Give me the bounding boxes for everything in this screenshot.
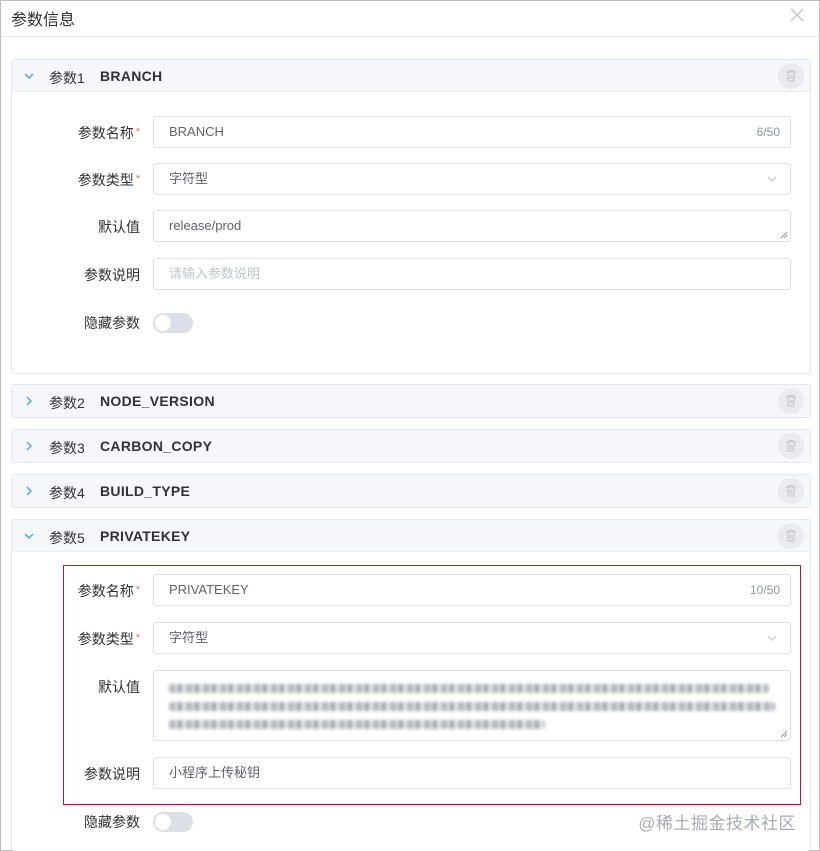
- param-index: 参数2: [49, 395, 85, 411]
- param-type-select[interactable]: 字符型: [153, 622, 791, 654]
- label-hidden: 隐藏参数: [84, 315, 140, 331]
- toggle-knob: [155, 315, 171, 331]
- redacted-line: [169, 684, 769, 693]
- label-param-type: 参数类型: [12, 629, 140, 649]
- default-value-textarea[interactable]: [153, 670, 791, 741]
- param-index: 参数1: [49, 70, 85, 86]
- param-panel-5: 参数5 PRIVATEKEY 参数名称 PRIVATEKEY 10/50 参数类…: [11, 519, 811, 851]
- param-panel-2: 参数2 NODE_VERSION: [11, 384, 811, 418]
- trash-icon: [786, 70, 796, 82]
- param-name: CARBON_COPY: [100, 438, 213, 454]
- param-type-value: 字符型: [169, 630, 209, 645]
- label-default-value: 默认值: [98, 679, 140, 695]
- redacted-line: [169, 702, 775, 711]
- param-panel-header-1[interactable]: 参数1 BRANCH: [12, 60, 810, 92]
- trash-icon: [786, 485, 796, 497]
- param-info-dialog: 参数信息 参数1 BRANCH 参数名称 BRANCH 6/50 参数类型: [0, 0, 820, 851]
- trash-icon: [786, 440, 796, 452]
- label-description: 参数说明: [84, 267, 140, 283]
- param-name-value: BRANCH: [169, 124, 224, 139]
- close-icon[interactable]: [787, 5, 807, 25]
- param-name: BUILD_TYPE: [100, 483, 191, 499]
- description-placeholder: 请输入参数说明: [169, 266, 261, 281]
- chevron-right-icon[interactable]: [21, 483, 37, 499]
- delete-param-button[interactable]: [778, 523, 804, 549]
- label-hidden: 隐藏参数: [84, 814, 140, 830]
- param-type-value: 字符型: [169, 171, 209, 186]
- char-count: 10/50: [749, 583, 780, 597]
- param-panel-header-3[interactable]: 参数3 CARBON_COPY: [12, 430, 810, 462]
- label-description: 参数说明: [84, 766, 140, 782]
- param-panel-header-2[interactable]: 参数2 NODE_VERSION: [12, 385, 810, 417]
- description-value: 小程序上传秘钥: [169, 765, 261, 780]
- chevron-right-icon[interactable]: [21, 393, 37, 409]
- watermark: @稀土掘金技术社区: [638, 814, 796, 833]
- param-index: 参数4: [49, 485, 85, 501]
- param-index: 参数5: [49, 530, 85, 546]
- delete-param-button[interactable]: [778, 433, 804, 459]
- default-value-textarea[interactable]: release/prod: [153, 210, 791, 242]
- param-panel-header-4[interactable]: 参数4 BUILD_TYPE: [12, 475, 810, 507]
- param-type-select[interactable]: 字符型: [153, 163, 791, 195]
- trash-icon: [786, 395, 796, 407]
- hidden-toggle[interactable]: [153, 812, 193, 832]
- resize-handle-icon: [780, 231, 788, 239]
- char-count: 6/50: [756, 125, 780, 139]
- chevron-down-icon: [767, 635, 777, 641]
- param-name: NODE_VERSION: [100, 393, 215, 409]
- description-input[interactable]: 小程序上传秘钥: [153, 757, 791, 789]
- param-panel-4: 参数4 BUILD_TYPE: [11, 474, 811, 508]
- chevron-down-icon[interactable]: [21, 528, 37, 544]
- delete-param-button[interactable]: [778, 478, 804, 504]
- default-value-text: release/prod: [169, 218, 242, 233]
- delete-param-button[interactable]: [778, 63, 804, 89]
- label-param-type: 参数类型: [12, 170, 140, 190]
- trash-icon: [786, 530, 796, 542]
- label-param-name: 参数名称: [12, 123, 140, 143]
- chevron-down-icon[interactable]: [21, 68, 37, 84]
- delete-param-button[interactable]: [778, 388, 804, 414]
- param-panel-3: 参数3 CARBON_COPY: [11, 429, 811, 463]
- param-name-input[interactable]: BRANCH 6/50: [153, 116, 791, 148]
- chevron-right-icon[interactable]: [21, 438, 37, 454]
- chevron-down-icon: [767, 176, 777, 182]
- description-input[interactable]: 请输入参数说明: [153, 258, 791, 290]
- param-panel-1: 参数1 BRANCH 参数名称 BRANCH 6/50 参数类型 字符型 默认值…: [11, 59, 811, 374]
- param-index: 参数3: [49, 440, 85, 456]
- dialog-header: 参数信息: [1, 1, 819, 37]
- param-name-value: PRIVATEKEY: [169, 582, 249, 597]
- dialog-title: 参数信息: [11, 12, 76, 29]
- hidden-toggle[interactable]: [153, 313, 193, 333]
- param-panel-header-5[interactable]: 参数5 PRIVATEKEY: [12, 520, 810, 552]
- param-name-input[interactable]: PRIVATEKEY 10/50: [153, 574, 791, 606]
- param-name: BRANCH: [100, 68, 163, 84]
- resize-handle-icon: [780, 730, 788, 738]
- label-param-name: 参数名称: [12, 581, 140, 601]
- toggle-knob: [155, 814, 171, 830]
- label-default-value: 默认值: [98, 219, 140, 235]
- redacted-line: [169, 720, 545, 729]
- param-name: PRIVATEKEY: [100, 528, 191, 544]
